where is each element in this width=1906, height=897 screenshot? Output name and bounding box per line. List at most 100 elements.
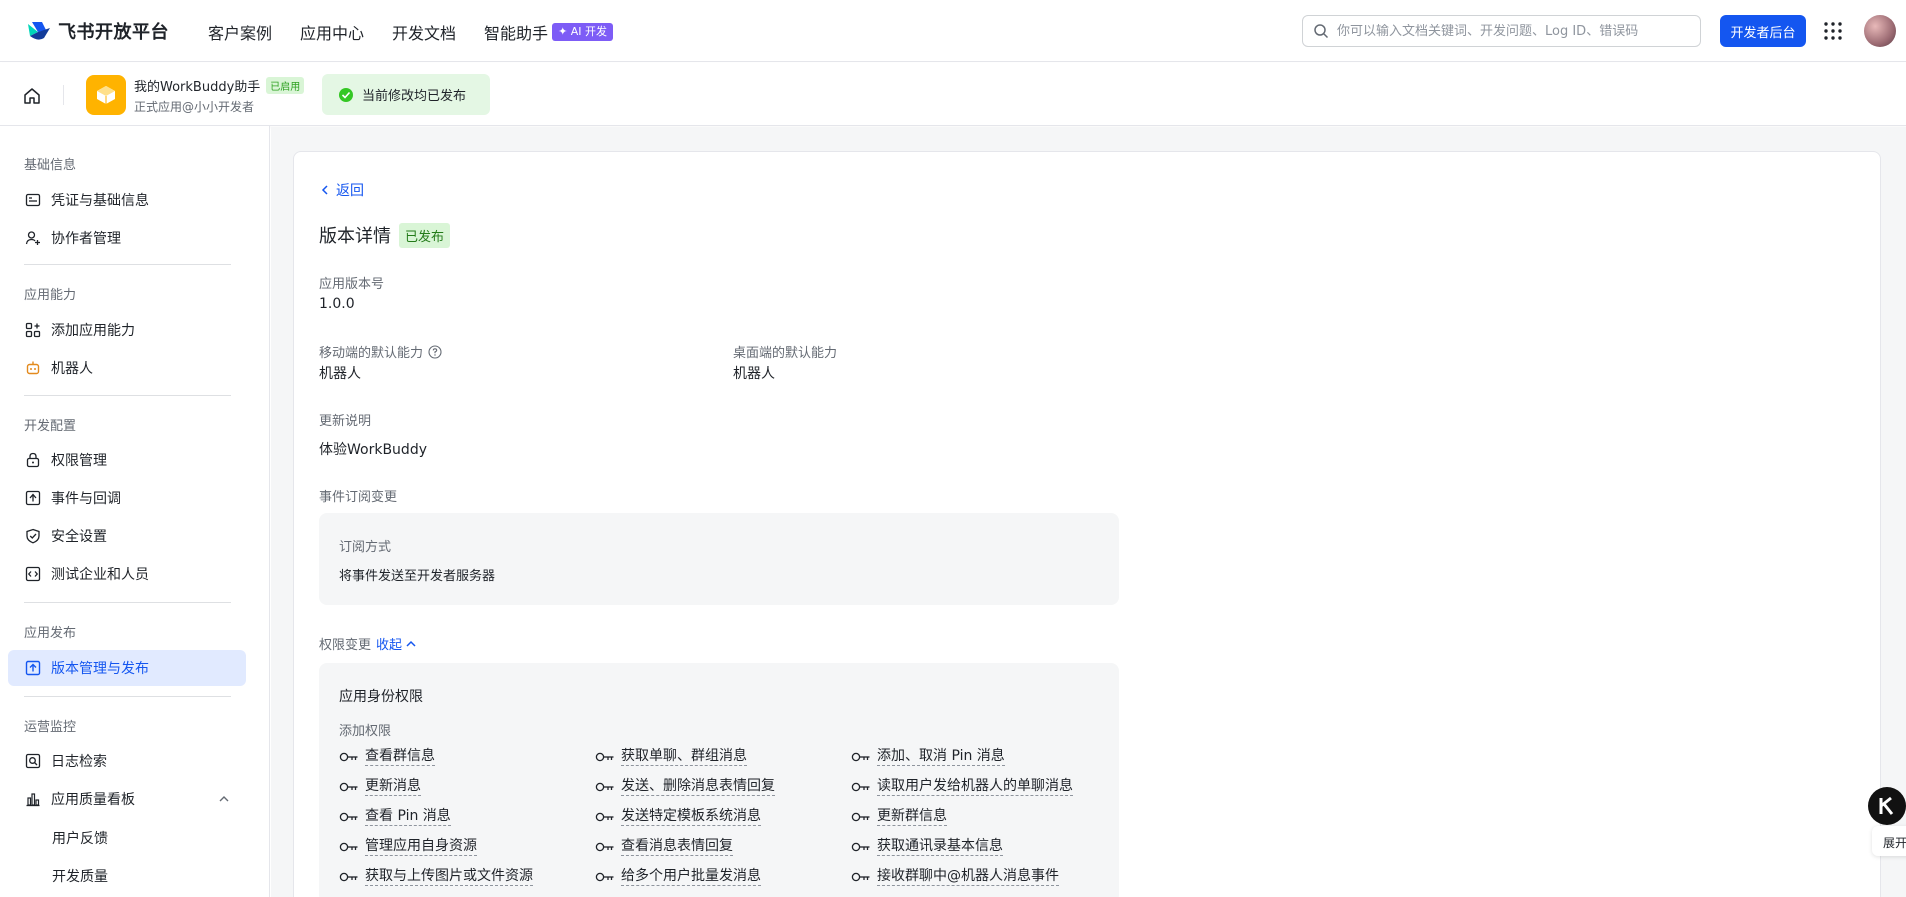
- subscription-method-label: 订阅方式: [339, 540, 392, 555]
- sidebar-item-collaborators[interactable]: 协作者管理: [8, 220, 246, 256]
- back-link[interactable]: 返回: [320, 180, 364, 200]
- sidebar-item-credentials[interactable]: 凭证与基础信息: [8, 182, 246, 218]
- sidebar-group-basic: 基础信息: [24, 158, 77, 173]
- key-icon: [851, 812, 871, 822]
- chevron-up-icon[interactable]: [218, 793, 230, 805]
- sidebar-item-quality-board[interactable]: 应用质量看板: [8, 781, 246, 817]
- search-box[interactable]: [1302, 15, 1701, 47]
- permission-item[interactable]: 更新群信息: [851, 807, 947, 826]
- permission-label: 查看群信息: [365, 748, 435, 766]
- nav-dev-docs[interactable]: 开发文档: [392, 20, 456, 44]
- key-icon: [595, 812, 615, 822]
- sidebar-divider: [24, 696, 231, 697]
- permission-label: 管理应用自身资源: [365, 838, 477, 856]
- code-icon: [25, 566, 41, 582]
- permission-item[interactable]: 查看群信息: [339, 747, 435, 766]
- app-name[interactable]: 我的WorkBuddy助手 已启用: [134, 76, 305, 95]
- permission-item[interactable]: 获取通讯录基本信息: [851, 837, 1003, 856]
- divider: [63, 85, 64, 105]
- permission-label: 获取单聊、群组消息: [621, 748, 747, 766]
- permission-label: 发送、删除消息表情回复: [621, 778, 775, 796]
- sidebar-item-label: 事件与回调: [51, 491, 121, 507]
- key-icon: [595, 872, 615, 882]
- permission-change-label-text: 权限变更: [319, 638, 372, 653]
- sidebar-item-label: 版本管理与发布: [51, 661, 149, 677]
- nav-links: 客户案例 应用中心 开发文档 智能助手 ✦ AI 开发: [208, 20, 614, 44]
- permission-item[interactable]: 管理应用自身资源: [339, 837, 477, 856]
- collapse-link[interactable]: 收起: [376, 634, 417, 653]
- permission-label: 获取与上传图片或文件资源: [365, 868, 533, 886]
- top-nav: 飞书开放平台 客户案例 应用中心 开发文档 智能助手 ✦ AI 开发 开发者后台: [0, 0, 1906, 62]
- user-avatar[interactable]: [1864, 15, 1896, 47]
- permission-item[interactable]: 更新消息: [339, 777, 421, 796]
- publish-notice-text: 当前修改均已发布: [362, 89, 467, 104]
- sidebar-item-permissions[interactable]: 权限管理: [8, 442, 246, 478]
- permission-label: 查看 Pin 消息: [365, 808, 451, 826]
- permission-item[interactable]: 查看 Pin 消息: [339, 807, 451, 826]
- key-icon: [851, 842, 871, 852]
- nav-customer-cases[interactable]: 客户案例: [208, 20, 272, 44]
- shield-icon: [25, 528, 41, 544]
- key-icon: [851, 872, 871, 882]
- dev-console-button[interactable]: 开发者后台: [1720, 15, 1806, 47]
- brand-name: 飞书开放平台: [58, 22, 169, 43]
- key-icon: [595, 752, 615, 762]
- sidebar-item-bot[interactable]: 机器人: [8, 350, 246, 386]
- sidebar-item-label: 协作者管理: [51, 231, 121, 247]
- permission-label: 更新群信息: [877, 808, 947, 826]
- nav-smart-assistant[interactable]: 智能助手 ✦ AI 开发: [484, 20, 614, 44]
- brand[interactable]: 飞书开放平台: [26, 18, 169, 44]
- release-notes-label: 更新说明: [319, 414, 372, 429]
- search-input[interactable]: [1337, 23, 1687, 39]
- permission-change-label: 权限变更 收起: [319, 634, 417, 653]
- permission-label: 发送特定模板系统消息: [621, 808, 761, 826]
- home-icon[interactable]: [22, 86, 42, 106]
- permission-item[interactable]: 接收群聊中@机器人消息事件: [851, 867, 1059, 886]
- publish-notice: 当前修改均已发布: [322, 74, 490, 115]
- sidebar-group-capabilities: 应用能力: [24, 288, 77, 303]
- assistant-k-button[interactable]: [1868, 787, 1906, 825]
- expand-button[interactable]: 展开: [1872, 826, 1906, 856]
- permission-item[interactable]: 获取单聊、群组消息: [595, 747, 747, 766]
- sidebar-item-events[interactable]: 事件与回调: [8, 480, 246, 516]
- permission-item[interactable]: 查看消息表情回复: [595, 837, 733, 856]
- permission-item[interactable]: 给多个用户批量发消息: [595, 867, 761, 886]
- desktop-capability-value: 机器人: [733, 366, 775, 382]
- sidebar-item-security[interactable]: 安全设置: [8, 518, 246, 554]
- sidebar-item-version-publish[interactable]: 版本管理与发布: [8, 650, 246, 686]
- permission-item[interactable]: 发送特定模板系统消息: [595, 807, 761, 826]
- apps-grid-icon[interactable]: [1823, 21, 1843, 41]
- nav-smart-assistant-label: 智能助手: [484, 24, 549, 43]
- sidebar-item-label: 日志检索: [51, 754, 107, 770]
- permission-item[interactable]: 发送、删除消息表情回复: [595, 777, 775, 796]
- app-subtitle: 正式应用@小小开发者: [134, 100, 255, 114]
- help-icon[interactable]: [428, 344, 442, 359]
- release-notes-value: 体验WorkBuddy: [319, 442, 427, 458]
- permission-item[interactable]: 读取用户发给机器人的单聊消息: [851, 777, 1073, 796]
- app-name-text: 我的WorkBuddy助手: [134, 80, 261, 95]
- sidebar-item-label: 凭证与基础信息: [51, 193, 149, 209]
- apps-add-icon: [25, 322, 41, 338]
- nav-app-center[interactable]: 应用中心: [300, 20, 364, 44]
- permission-label: 给多个用户批量发消息: [621, 868, 761, 886]
- log-search-icon: [25, 753, 41, 769]
- feishu-logo-icon: [26, 20, 52, 42]
- sidebar-subitem-feedback[interactable]: 用户反馈: [52, 828, 108, 848]
- permission-item[interactable]: 添加、取消 Pin 消息: [851, 747, 1005, 766]
- sidebar-item-test-org[interactable]: 测试企业和人员: [8, 556, 246, 592]
- permission-item[interactable]: 获取与上传图片或文件资源: [339, 867, 533, 886]
- sidebar-subitem-dev-quality[interactable]: 开发质量: [52, 866, 108, 886]
- permission-label: 接收群聊中@机器人消息事件: [877, 868, 1059, 886]
- k-logo-icon: [1876, 795, 1898, 817]
- ai-dev-badge: ✦ AI 开发: [552, 23, 614, 41]
- event-subscription-box: [319, 513, 1119, 605]
- key-icon: [595, 842, 615, 852]
- sidebar-item-add-capability[interactable]: 添加应用能力: [8, 312, 246, 348]
- permission-label: 更新消息: [365, 778, 421, 796]
- check-circle-icon: [338, 87, 354, 103]
- sidebar-group-dev-config: 开发配置: [24, 419, 77, 434]
- key-icon: [851, 752, 871, 762]
- sidebar-divider: [24, 602, 231, 603]
- sidebar-item-label: 添加应用能力: [51, 323, 135, 339]
- sidebar-item-log-search[interactable]: 日志检索: [8, 743, 246, 779]
